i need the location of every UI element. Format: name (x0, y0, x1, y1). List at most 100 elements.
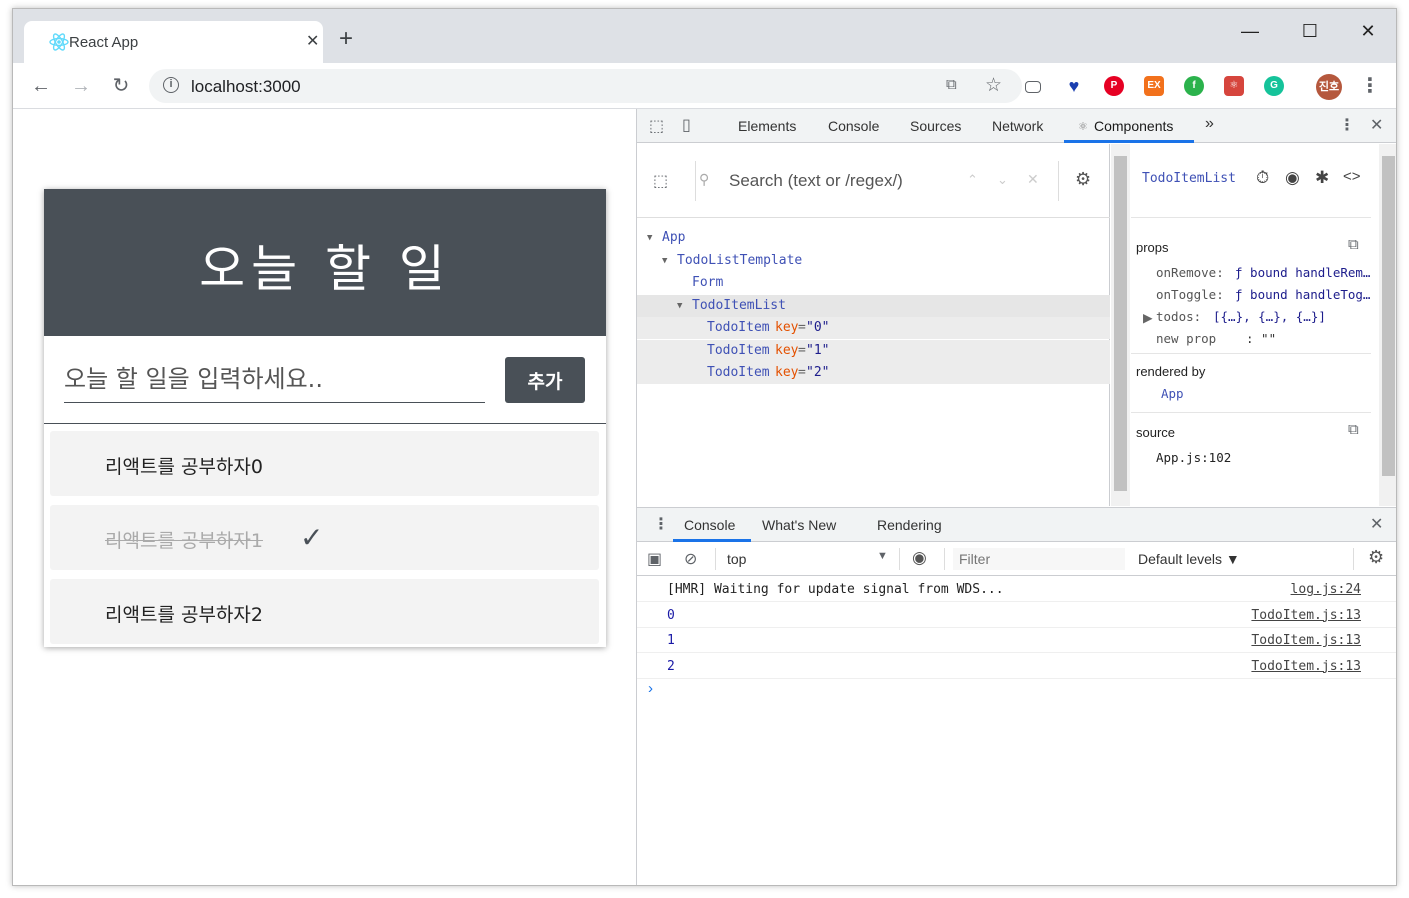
prop-value[interactable]: ƒ bound handleRem… (1235, 265, 1375, 280)
reload-icon[interactable]: ↻ (107, 72, 135, 100)
new-tab-button[interactable]: + (339, 27, 353, 51)
prop-value[interactable]: [{…}, {…}, {…}] (1213, 309, 1363, 324)
rendered-by-value[interactable]: App (1161, 386, 1184, 401)
todo-input[interactable] (64, 356, 485, 403)
console-source-link[interactable]: TodoItem.js:13 (1251, 603, 1361, 628)
props-scrollbar[interactable] (1379, 144, 1396, 506)
profile-avatar[interactable]: 진호 (1316, 74, 1342, 100)
devtools-menu-icon[interactable]: ⋮ (1339, 115, 1355, 135)
star-icon[interactable]: ☆ (985, 74, 1002, 97)
add-button[interactable]: 추가 (505, 357, 585, 403)
prop-key[interactable]: todos: (1156, 309, 1201, 324)
console-prompt-icon[interactable]: › (648, 680, 653, 697)
tree-row-todoitem[interactable]: TodoItem key = "1" (637, 339, 1110, 362)
close-window-button[interactable]: ✕ (1348, 19, 1388, 43)
log-levels-dropdown[interactable]: Default levels ▼ (1138, 551, 1240, 567)
tab-components[interactable]: Components (1094, 118, 1173, 134)
tab-close-icon[interactable]: ✕ (306, 31, 319, 51)
tree-key-value: "0" (806, 320, 830, 335)
tree-row-form[interactable]: Form (637, 272, 1110, 294)
tab-elements[interactable]: Elements (738, 118, 796, 134)
react-devtools-icon[interactable]: ⚛ (1224, 76, 1244, 96)
console-filter-input[interactable] (953, 548, 1125, 570)
todo-item[interactable]: 리액트를 공부하자2 (50, 579, 599, 644)
console-source-link[interactable]: TodoItem.js:13 (1251, 628, 1361, 653)
tab-sources[interactable]: Sources (910, 118, 961, 134)
expand-todos-icon[interactable]: ▶ (1143, 310, 1153, 325)
tree-search-input[interactable]: Search (text or /regex/) (729, 171, 903, 191)
menu-kebab-icon[interactable]: ⋮ (1356, 72, 1384, 100)
live-expression-eye-icon[interactable]: ◉ (912, 548, 927, 568)
clear-search-icon[interactable]: ✕ (1027, 171, 1039, 188)
todo-item[interactable]: 리액트를 공부하자1 ✓ (50, 505, 599, 570)
vivaldi-icon[interactable]: ♥ (1064, 76, 1084, 96)
settings-gear-icon[interactable]: ⚙ (1075, 169, 1091, 190)
tree-row-app[interactable]: ▼ App (637, 227, 1110, 249)
address-bar[interactable]: i localhost:3000 ⧉ ☆ (149, 69, 1022, 103)
todo-form: 추가 (44, 336, 606, 424)
pinterest-icon[interactable]: P (1104, 76, 1124, 96)
view-source-icon[interactable]: <> (1343, 168, 1361, 185)
source-value[interactable]: App.js:102 (1156, 450, 1231, 465)
feedly-icon[interactable]: f (1184, 76, 1204, 96)
drawer-close-icon[interactable]: ✕ (1370, 514, 1383, 534)
react-atom-icon: ⚛ (1078, 121, 1088, 133)
next-result-icon[interactable]: ⌄ (997, 172, 1008, 188)
drawer-tab-rendering[interactable]: Rendering (877, 517, 942, 533)
tree-row-todoitemlist[interactable]: ▼ TodoItemList (637, 294, 1110, 317)
translate-icon[interactable]: ⧉ (946, 76, 957, 93)
browser-tab[interactable]: React App ✕ (24, 21, 323, 63)
inspect-element-icon[interactable]: ⬚ (649, 116, 664, 136)
browser-window: React App ✕ + — ☐ ✕ ← → ↻ i localhost:30… (12, 8, 1397, 886)
prop-value[interactable]: ƒ bound handleTog… (1235, 287, 1375, 302)
tree-row-todoitem[interactable]: TodoItem key = "0" (637, 317, 1110, 339)
tab-title: React App (69, 34, 139, 51)
cast-icon[interactable] (1025, 81, 1041, 93)
forward-arrow-icon[interactable]: → (67, 72, 95, 100)
maximize-button[interactable]: ☐ (1290, 19, 1330, 43)
prev-result-icon[interactable]: ⌃ (967, 172, 978, 188)
prop-key[interactable]: onToggle: (1156, 287, 1224, 302)
console-settings-gear-icon[interactable]: ⚙ (1368, 547, 1384, 568)
clear-console-icon[interactable]: ⊘ (684, 549, 697, 569)
console-source-link[interactable]: TodoItem.js:13 (1251, 654, 1361, 679)
context-select[interactable]: top (727, 551, 746, 567)
grammarly-icon[interactable]: G (1264, 76, 1284, 96)
minimize-button[interactable]: — (1230, 19, 1270, 43)
tree-row-todolisttemplate[interactable]: ▼ TodoListTemplate (637, 250, 1110, 272)
expand-triangle-icon[interactable]: ▼ (677, 295, 682, 317)
ex-icon[interactable]: EX (1144, 76, 1164, 96)
site-info-icon[interactable]: i (163, 77, 179, 93)
tab-network[interactable]: Network (992, 118, 1043, 134)
expand-triangle-icon[interactable]: ▼ (647, 227, 652, 249)
eye-icon[interactable]: ◉ (1285, 168, 1300, 188)
tree-search-bar: ⬚ ⚲ Search (text or /regex/) ⌃ ⌄ ✕ ⚙ (637, 144, 1110, 218)
console-source-link[interactable]: log.js:24 (1291, 577, 1361, 602)
back-arrow-icon[interactable]: ← (27, 72, 55, 100)
bug-icon[interactable]: ✱ (1315, 168, 1329, 188)
device-toolbar-icon[interactable]: ▯ (682, 115, 691, 135)
source-section: source ⧉ App.js:102 (1131, 414, 1371, 474)
more-tabs-icon[interactable]: » (1205, 115, 1214, 133)
todo-header: 오늘 할 일 (44, 189, 606, 336)
drawer-tab-console[interactable]: Console (684, 517, 735, 533)
prop-value[interactable]: : "" (1246, 331, 1386, 346)
search-icon: ⚲ (699, 171, 710, 187)
todo-item[interactable]: 리액트를 공부하자0 (50, 431, 599, 496)
tab-console[interactable]: Console (828, 118, 879, 134)
copy-props-icon[interactable]: ⧉ (1348, 236, 1359, 253)
prop-key[interactable]: onRemove: (1156, 265, 1224, 280)
drawer-tab-whats-new[interactable]: What's New (762, 517, 836, 533)
tree-key-label: key (775, 320, 799, 335)
timer-icon[interactable]: ⏱ (1256, 168, 1269, 188)
context-dropdown-icon[interactable]: ▼ (877, 550, 888, 562)
select-component-icon[interactable]: ⬚ (653, 171, 668, 191)
copy-source-icon[interactable]: ⧉ (1348, 421, 1359, 438)
drawer-menu-icon[interactable]: ⋮ (653, 514, 669, 534)
devtools-close-icon[interactable]: ✕ (1370, 115, 1383, 135)
tree-row-todoitem[interactable]: TodoItem key = "2" (637, 362, 1110, 384)
sidebar-toggle-icon[interactable]: ▣ (647, 549, 662, 569)
tree-scrollbar[interactable] (1111, 144, 1130, 506)
expand-triangle-icon[interactable]: ▼ (662, 250, 667, 272)
prop-key[interactable]: new prop (1156, 331, 1216, 346)
